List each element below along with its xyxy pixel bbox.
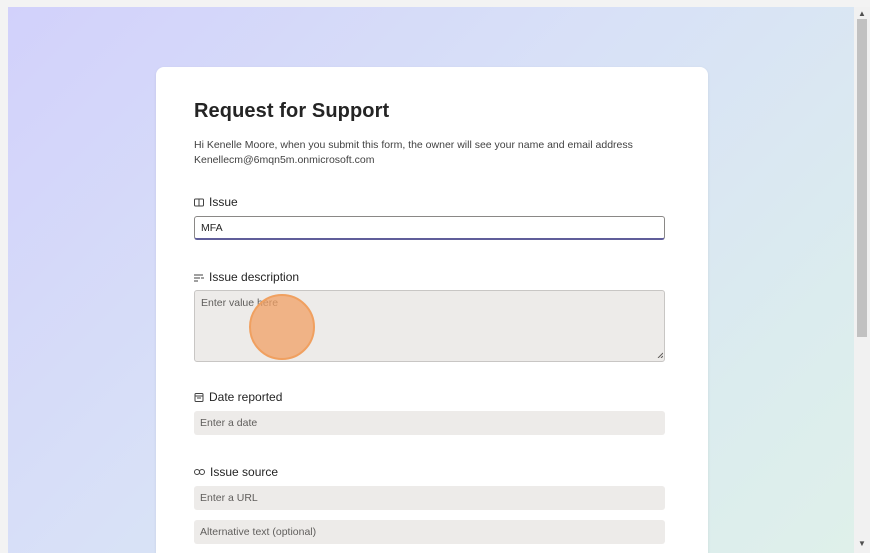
- form-card: Request for Support Hi Kenelle Moore, wh…: [156, 67, 708, 553]
- intro-text: Hi Kenelle Moore, when you submit this f…: [194, 139, 633, 151]
- issue-input[interactable]: [194, 216, 665, 240]
- form-title: Request for Support: [194, 100, 390, 122]
- scroll-down-icon[interactable]: ▼: [857, 539, 867, 549]
- issue-source-label-text: Issue source: [210, 465, 279, 479]
- issue-label-text: Issue: [209, 195, 238, 209]
- resize-grip-icon[interactable]: [657, 352, 663, 358]
- form-intro: Hi Kenelle Moore, when you submit this f…: [194, 138, 674, 168]
- scroll-thumb[interactable]: [857, 19, 867, 337]
- date-input[interactable]: [194, 411, 665, 435]
- date-reported-label-text: Date reported: [209, 390, 283, 404]
- issue-description-label: Issue description: [194, 270, 299, 284]
- click-highlight: [249, 294, 315, 360]
- issue-description-label-text: Issue description: [209, 270, 300, 284]
- url-input[interactable]: [194, 486, 665, 510]
- issue-label: Issue: [194, 195, 238, 209]
- user-email: Kenellecm@6mqn5m.onmicrosoft.com: [194, 154, 375, 166]
- calendar-icon: [194, 392, 204, 402]
- text-field-icon: [194, 198, 204, 207]
- multiline-text-icon: [194, 273, 204, 282]
- link-icon: [194, 468, 205, 476]
- issue-source-label: Issue source: [194, 465, 278, 479]
- page-background: Request for Support Hi Kenelle Moore, wh…: [8, 7, 854, 553]
- scroll-up-icon[interactable]: ▲: [857, 9, 867, 19]
- date-reported-label: Date reported: [194, 390, 282, 404]
- vertical-scrollbar[interactable]: ▲ ▼: [854, 7, 870, 553]
- alt-text-input[interactable]: [194, 520, 665, 544]
